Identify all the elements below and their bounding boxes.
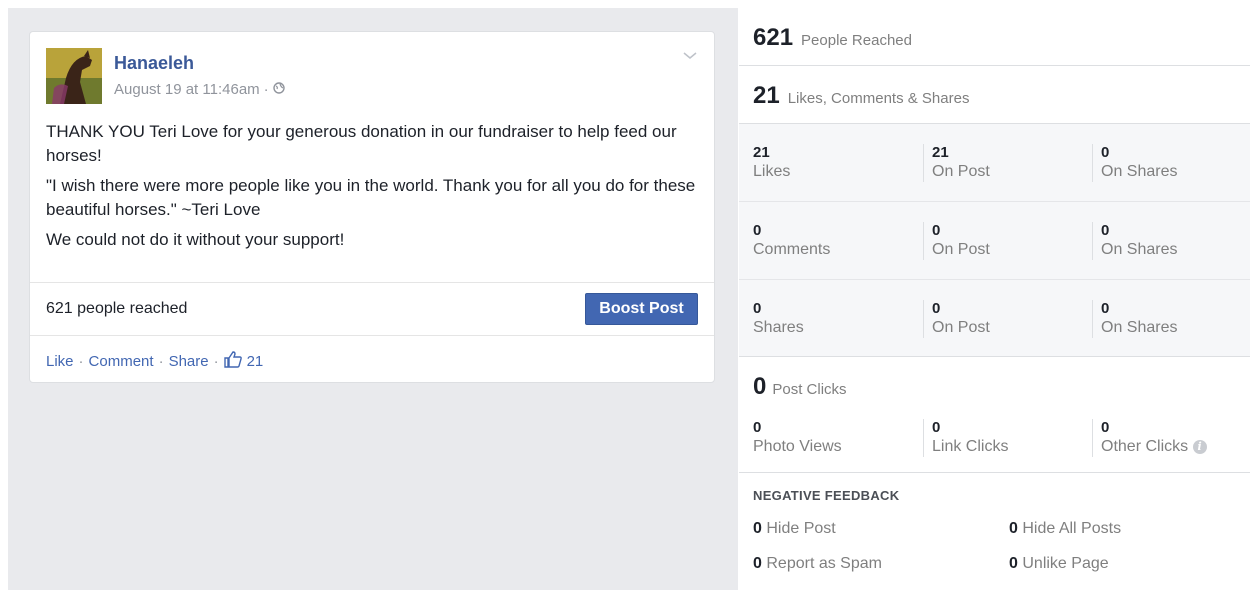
people-reached-value: 621 <box>753 24 794 51</box>
neg-value: 0 <box>1009 555 1018 572</box>
metric-value: 0 <box>932 419 941 436</box>
like-link[interactable]: Like <box>46 353 74 370</box>
metric-cell: 0 On Shares <box>1092 144 1177 182</box>
feed-area: Hanaeleh August 19 at 11:46am · THANK YO… <box>8 8 738 590</box>
post-clicks-header: 0 Post Clicks <box>753 373 847 401</box>
metric-label: Other Clicks i <box>1101 437 1207 457</box>
neg-label: Report as Spam <box>766 555 882 572</box>
chevron-down-icon[interactable] <box>680 48 700 64</box>
metric-cell: 21 Likes <box>753 144 790 182</box>
other-clicks-label: Other Clicks <box>1101 438 1189 455</box>
metric-cell: 0 Photo Views <box>753 419 842 457</box>
globe-icon[interactable] <box>272 81 285 98</box>
metric-label: Link Clicks <box>932 438 1009 455</box>
people-reached-text[interactable]: 621 people reached <box>46 300 187 318</box>
metric-label: Photo Views <box>753 438 842 455</box>
people-reached-header: 621 People Reached <box>739 8 1250 66</box>
neg-value: 0 <box>753 555 762 572</box>
neg-value: 0 <box>1009 520 1018 537</box>
negative-feedback-title: NEGATIVE FEEDBACK <box>753 488 900 503</box>
metric-label: On Post <box>932 319 990 336</box>
post-clicks-label: Post Clicks <box>772 381 847 398</box>
metric-label: On Shares <box>1101 163 1178 180</box>
metric-value: 0 <box>932 300 941 317</box>
metric-cell: 0 On Post <box>923 300 990 338</box>
action-separator: · <box>78 353 84 370</box>
neg-label: Hide Post <box>766 520 836 537</box>
metric-label: On Shares <box>1101 319 1178 336</box>
metric-label: Shares <box>753 319 804 336</box>
neg-value: 0 <box>753 520 762 537</box>
metric-label: Likes <box>753 163 791 180</box>
engagement-breakdown: 21 Likes 21 On Post 0 On Shares 0 Comments 0… <box>739 124 1250 357</box>
boost-post-button[interactable]: Boost Post <box>585 293 698 325</box>
metric-value: 0 <box>753 222 762 239</box>
metric-value: 0 <box>1101 144 1110 161</box>
insights-panel: 621 People Reached 21 Likes, Comments & … <box>739 8 1250 590</box>
metric-value: 0 <box>753 419 762 436</box>
metric-cell: 21 On Post <box>923 144 990 182</box>
post-body: THANK YOU Teri Love for your generous do… <box>46 120 706 258</box>
neg-label: Hide All Posts <box>1022 520 1122 537</box>
metric-value: 0 <box>1101 419 1110 436</box>
post-author[interactable]: Hanaeleh <box>114 53 194 74</box>
post-paragraph: We could not do it without your support! <box>46 230 345 249</box>
metric-label: On Post <box>932 241 990 258</box>
metric-label: On Shares <box>1101 241 1178 258</box>
meta-separator: · <box>263 81 269 98</box>
comments-row: 0 Comments 0 On Post 0 On Shares <box>739 202 1250 280</box>
people-reached-label: People Reached <box>801 32 912 49</box>
metric-value: 0 <box>753 300 762 317</box>
metric-cell: 0 On Shares <box>1092 300 1177 338</box>
post-paragraph: THANK YOU Teri Love for your generous do… <box>46 122 677 165</box>
post-clicks-section: 0 Post Clicks 0 Photo Views 0 Link Clicks … <box>739 357 1250 473</box>
hide-all-posts-stat: 0 Hide All Posts <box>1009 520 1121 538</box>
metric-value: 0 <box>1101 300 1110 317</box>
metric-cell: 0 Other Clicks i <box>1092 419 1207 457</box>
metric-value: 0 <box>932 222 941 239</box>
metric-value: 21 <box>753 144 770 161</box>
like-count[interactable]: 21 <box>247 353 264 370</box>
engagement-label: Likes, Comments & Shares <box>787 90 970 107</box>
action-separator: · <box>158 353 164 370</box>
post-paragraph: "I wish there were more people like you … <box>46 176 696 219</box>
metric-cell: 0 On Post <box>923 222 990 260</box>
info-icon[interactable]: i <box>1192 439 1207 454</box>
unlike-page-stat: 0 Unlike Page <box>1009 555 1109 573</box>
neg-label: Unlike Page <box>1022 555 1109 572</box>
post-clicks-value: 0 <box>753 373 767 400</box>
metric-label: Comments <box>753 241 831 258</box>
avatar[interactable] <box>46 48 102 104</box>
reach-row: 621 people reached Boost Post <box>30 282 714 336</box>
metric-cell: 0 Comments <box>753 222 830 260</box>
likes-row: 21 Likes 21 On Post 0 On Shares <box>739 124 1250 202</box>
hide-post-stat: 0 Hide Post <box>753 520 836 538</box>
post-card: Hanaeleh August 19 at 11:46am · THANK YO… <box>29 31 715 383</box>
post-actions: Like · Comment · Share · 21 <box>46 351 263 372</box>
action-separator: · <box>213 353 219 370</box>
post-meta: August 19 at 11:46am · <box>114 81 285 98</box>
page: Hanaeleh August 19 at 11:46am · THANK YO… <box>0 0 1250 590</box>
share-link[interactable]: Share <box>169 353 209 370</box>
engagement-value: 21 <box>753 82 780 109</box>
comment-link[interactable]: Comment <box>89 353 154 370</box>
metric-cell: 0 Link Clicks <box>923 419 1008 457</box>
metric-cell: 0 Shares <box>753 300 804 338</box>
metric-value: 0 <box>1101 222 1110 239</box>
post-timestamp[interactable]: August 19 at 11:46am <box>114 81 260 98</box>
metric-cell: 0 On Shares <box>1092 222 1177 260</box>
engagement-header: 21 Likes, Comments & Shares <box>739 66 1250 124</box>
metric-value: 21 <box>932 144 949 161</box>
shares-row: 0 Shares 0 On Post 0 On Shares <box>739 280 1250 358</box>
thumbs-up-icon[interactable] <box>223 351 242 372</box>
report-spam-stat: 0 Report as Spam <box>753 555 882 573</box>
metric-label: On Post <box>932 163 990 180</box>
